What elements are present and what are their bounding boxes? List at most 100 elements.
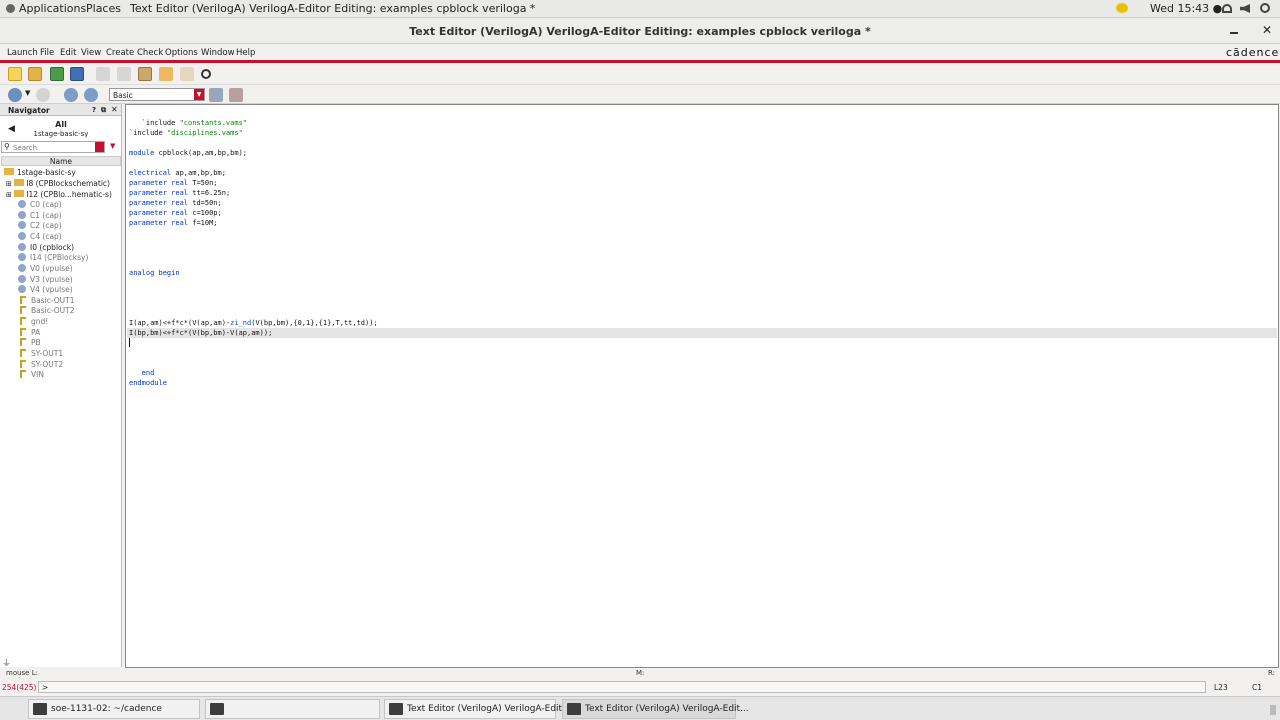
chevron-down-icon[interactable]: ▼	[110, 142, 115, 150]
code-line: I(ap,am)<+f*c*(V(ap,am)-zi_nd(V(bp,bm),{…	[129, 319, 378, 327]
minimize-icon[interactable]	[1230, 32, 1238, 34]
instance-icon	[18, 285, 26, 294]
workspace-switcher[interactable]	[1270, 705, 1276, 715]
chevron-down-icon[interactable]: ▼	[194, 89, 204, 100]
search-icon: ⚲	[4, 142, 10, 151]
instance-icon	[18, 263, 26, 272]
task-cadence[interactable]	[205, 699, 380, 719]
navigator-cell: 1stage-basic-sy	[33, 130, 89, 138]
weather-icon[interactable]	[1116, 3, 1128, 13]
tree-item[interactable]: SY-OUT2	[18, 359, 63, 370]
tree-item[interactable]: V4 (vpulse)	[18, 285, 73, 295]
new-file-icon[interactable]	[8, 67, 22, 81]
tree-item[interactable]: PA	[18, 327, 40, 338]
tree-item[interactable]: I14 (CPBlocksy)	[18, 253, 88, 263]
back-icon[interactable]	[8, 88, 22, 102]
tree-item[interactable]: ⊞ I8 (CPBlockschematic)	[6, 179, 110, 189]
menu-create[interactable]: Create	[106, 48, 134, 58]
tree-item[interactable]: gnd!	[18, 317, 48, 327]
chevron-down-icon[interactable]: ▼	[25, 89, 30, 97]
menu-options[interactable]: Options	[165, 48, 198, 58]
workspace-combo[interactable]: Basic ▼	[109, 88, 205, 101]
menu-launch[interactable]: Launch	[7, 48, 38, 58]
tree-item[interactable]: C0 (cap)	[18, 199, 62, 210]
column-indicator: C1	[1252, 683, 1263, 692]
tree-item[interactable]: Basic-OUT1	[18, 295, 75, 306]
code-line: parameter real tt=6.25n;	[129, 189, 231, 197]
menu-bar: Launch File Edit View Create Check Optio…	[0, 44, 1280, 61]
search-icon[interactable]	[201, 69, 211, 79]
code-line: parameter real td=50n;	[129, 199, 222, 207]
applications-menu[interactable]: Applications	[6, 2, 86, 15]
top-icon[interactable]	[84, 88, 98, 102]
menu-window[interactable]: Window	[201, 48, 235, 58]
power-icon[interactable]	[1260, 3, 1270, 13]
tree-item[interactable]: V3 (vpulse)	[18, 274, 73, 285]
menu-edit[interactable]: Edit	[60, 48, 76, 58]
places-menu[interactable]: Places	[86, 2, 121, 15]
cut-icon[interactable]	[96, 67, 110, 81]
menu-help[interactable]: Help	[236, 48, 255, 58]
code-line: electrical ap,am,bp,bm;	[129, 169, 226, 177]
clock[interactable]: Wed 15:43 ●	[1150, 2, 1222, 15]
task-text-editor-2[interactable]: Text Editor (VerilogA) VerilogA-Edit...	[562, 699, 749, 719]
tree-item[interactable]: V0 (vpulse)	[18, 263, 73, 274]
code-text[interactable]: `include "constants.vams" `include "disc…	[129, 118, 378, 388]
network-icon[interactable]	[1222, 4, 1232, 13]
tree-item[interactable]: I0 (cpblock)	[18, 242, 74, 253]
up-icon[interactable]	[64, 88, 78, 102]
command-bar: 254(425) > L23 C1	[0, 680, 1280, 694]
system-top-bar: Applications Places Text Editor (Verilog…	[0, 0, 1280, 18]
instance-icon	[18, 210, 26, 219]
column-header-name[interactable]: Name	[1, 156, 121, 166]
mouse-middle: M:	[636, 669, 645, 677]
save-icon[interactable]	[70, 67, 84, 81]
workspace-delete-icon[interactable]	[229, 88, 243, 102]
copy-icon[interactable]	[117, 67, 131, 81]
command-input[interactable]: >	[38, 681, 1206, 693]
code-line: `include "constants.vams"	[129, 119, 248, 127]
tree-item[interactable]: PB	[18, 338, 41, 348]
command-counter: 254(425)	[2, 683, 37, 692]
code-editor[interactable]: `include "constants.vams" `include "disc…	[125, 104, 1279, 668]
open-folder-icon[interactable]	[28, 67, 42, 81]
tree-item[interactable]: C4 (cap)	[18, 231, 62, 242]
code-line: parameter real f=10M;	[129, 219, 218, 227]
volume-icon[interactable]	[1240, 4, 1250, 13]
undo-icon[interactable]	[159, 67, 173, 81]
navigator-search[interactable]: ⚲	[1, 141, 105, 153]
menu-check[interactable]: Check	[137, 48, 163, 58]
tree-item[interactable]: SY-OUT1	[18, 349, 63, 359]
pin-icon	[20, 317, 26, 326]
close-icon[interactable]: ✕	[111, 105, 118, 114]
task-terminal[interactable]: soe-1131-02: ~/cadence	[28, 699, 200, 719]
pin-icon	[20, 327, 26, 336]
tree-item[interactable]: ⊞ I12 (CPBlo...hematic-s)	[6, 190, 112, 200]
task-text-editor-1[interactable]: Text Editor (VerilogA) VerilogA-Edit...	[384, 699, 571, 719]
instance-icon	[18, 199, 26, 208]
code-line: module cpblock(ap,am,bp,bm);	[129, 149, 248, 157]
tree-root[interactable]: 1stage-basic-sy	[4, 168, 76, 178]
close-icon[interactable]: ✕	[1262, 23, 1272, 37]
tree-item[interactable]: C2 (cap)	[18, 221, 62, 231]
workspace-combo-value: Basic	[113, 91, 133, 100]
check-save-icon[interactable]	[50, 67, 64, 81]
tree-item[interactable]: VIN	[18, 370, 44, 380]
active-app-menu[interactable]: Text Editor (VerilogA) VerilogA-Editor E…	[130, 2, 535, 15]
help-icon[interactable]: ?	[92, 106, 96, 114]
redo-icon[interactable]	[180, 67, 194, 81]
navigator-header: Navigator ? ⧉ ✕	[0, 104, 121, 116]
mouse-status-bar: mouse L: M: R:	[0, 668, 1280, 678]
menu-view[interactable]: View	[81, 48, 101, 58]
search-input[interactable]	[13, 143, 95, 152]
filter-icon[interactable]	[95, 142, 104, 152]
folder-icon	[4, 168, 14, 175]
instance-icon	[18, 242, 26, 251]
tree-item[interactable]: Basic-OUT2	[18, 306, 75, 316]
tree-item[interactable]: C1 (cap)	[18, 210, 62, 221]
workspace-save-icon[interactable]	[209, 88, 223, 102]
paste-icon[interactable]	[138, 67, 152, 81]
float-icon[interactable]: ⧉	[101, 106, 106, 115]
menu-file[interactable]: File	[40, 48, 54, 58]
forward-icon[interactable]	[36, 88, 50, 102]
